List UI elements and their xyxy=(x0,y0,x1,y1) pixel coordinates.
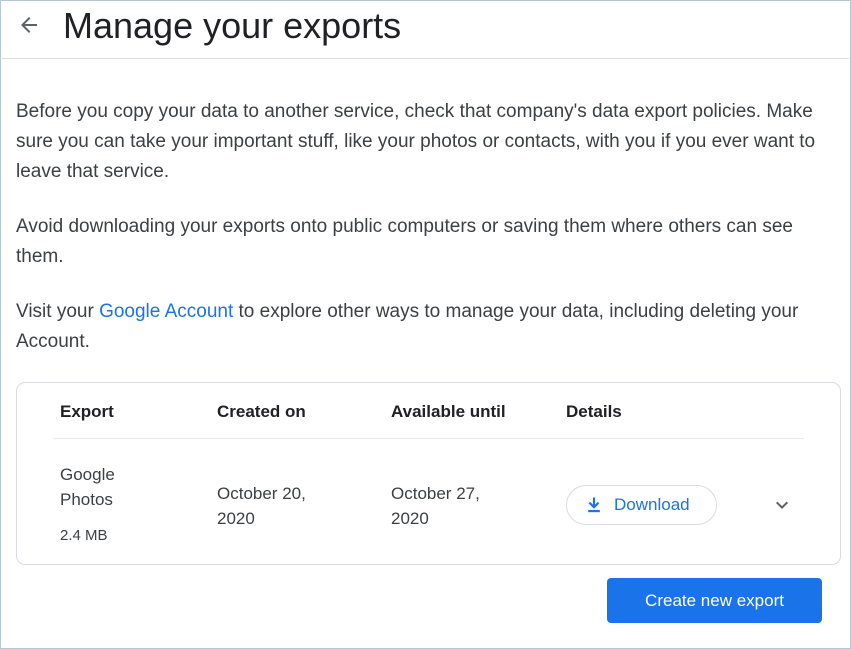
available-date: October 27, 2020 xyxy=(391,481,480,531)
window-frame: Manage your exports Before you copy your… xyxy=(0,0,851,649)
download-label: Download xyxy=(614,495,690,514)
column-header-created: Created on xyxy=(217,402,306,421)
export-size: 2.4 MB xyxy=(60,527,108,544)
created-date-line2: 2020 xyxy=(217,509,255,528)
download-icon xyxy=(588,497,600,513)
google-account-link[interactable]: Google Account xyxy=(99,301,233,322)
available-date-line2: 2020 xyxy=(391,509,429,528)
column-header-details: Details xyxy=(566,402,622,421)
created-date: October 20, 2020 xyxy=(217,481,306,531)
account-text-prefix: Visit your xyxy=(16,301,100,322)
chevron-down-icon[interactable] xyxy=(770,493,794,517)
created-date-line1: October 20, xyxy=(217,484,306,503)
intro-paragraph-policies: Before you copy your data to another ser… xyxy=(16,101,816,182)
page-title: Manage your exports xyxy=(63,5,402,46)
export-name: Google Photos xyxy=(60,462,115,512)
column-header-export: Export xyxy=(60,402,114,421)
back-button[interactable] xyxy=(14,10,44,40)
download-button[interactable]: Download xyxy=(566,485,717,525)
intro-paragraph-account: Visit your Google Account to explore oth… xyxy=(16,297,831,357)
create-new-export-button[interactable]: Create new export xyxy=(607,578,822,623)
column-header-available: Available until xyxy=(391,402,506,421)
header-divider xyxy=(54,438,804,439)
intro-paragraph-public-computers: Avoid downloading your exports onto publ… xyxy=(16,216,793,267)
export-name-line2: Photos xyxy=(60,490,113,509)
page-header: Manage your exports xyxy=(2,2,849,59)
exports-table: Export Created on Available until Detail… xyxy=(16,382,841,565)
available-date-line1: October 27, xyxy=(391,484,480,503)
arrow-left-icon xyxy=(21,17,37,33)
export-name-line1: Google xyxy=(60,465,115,484)
